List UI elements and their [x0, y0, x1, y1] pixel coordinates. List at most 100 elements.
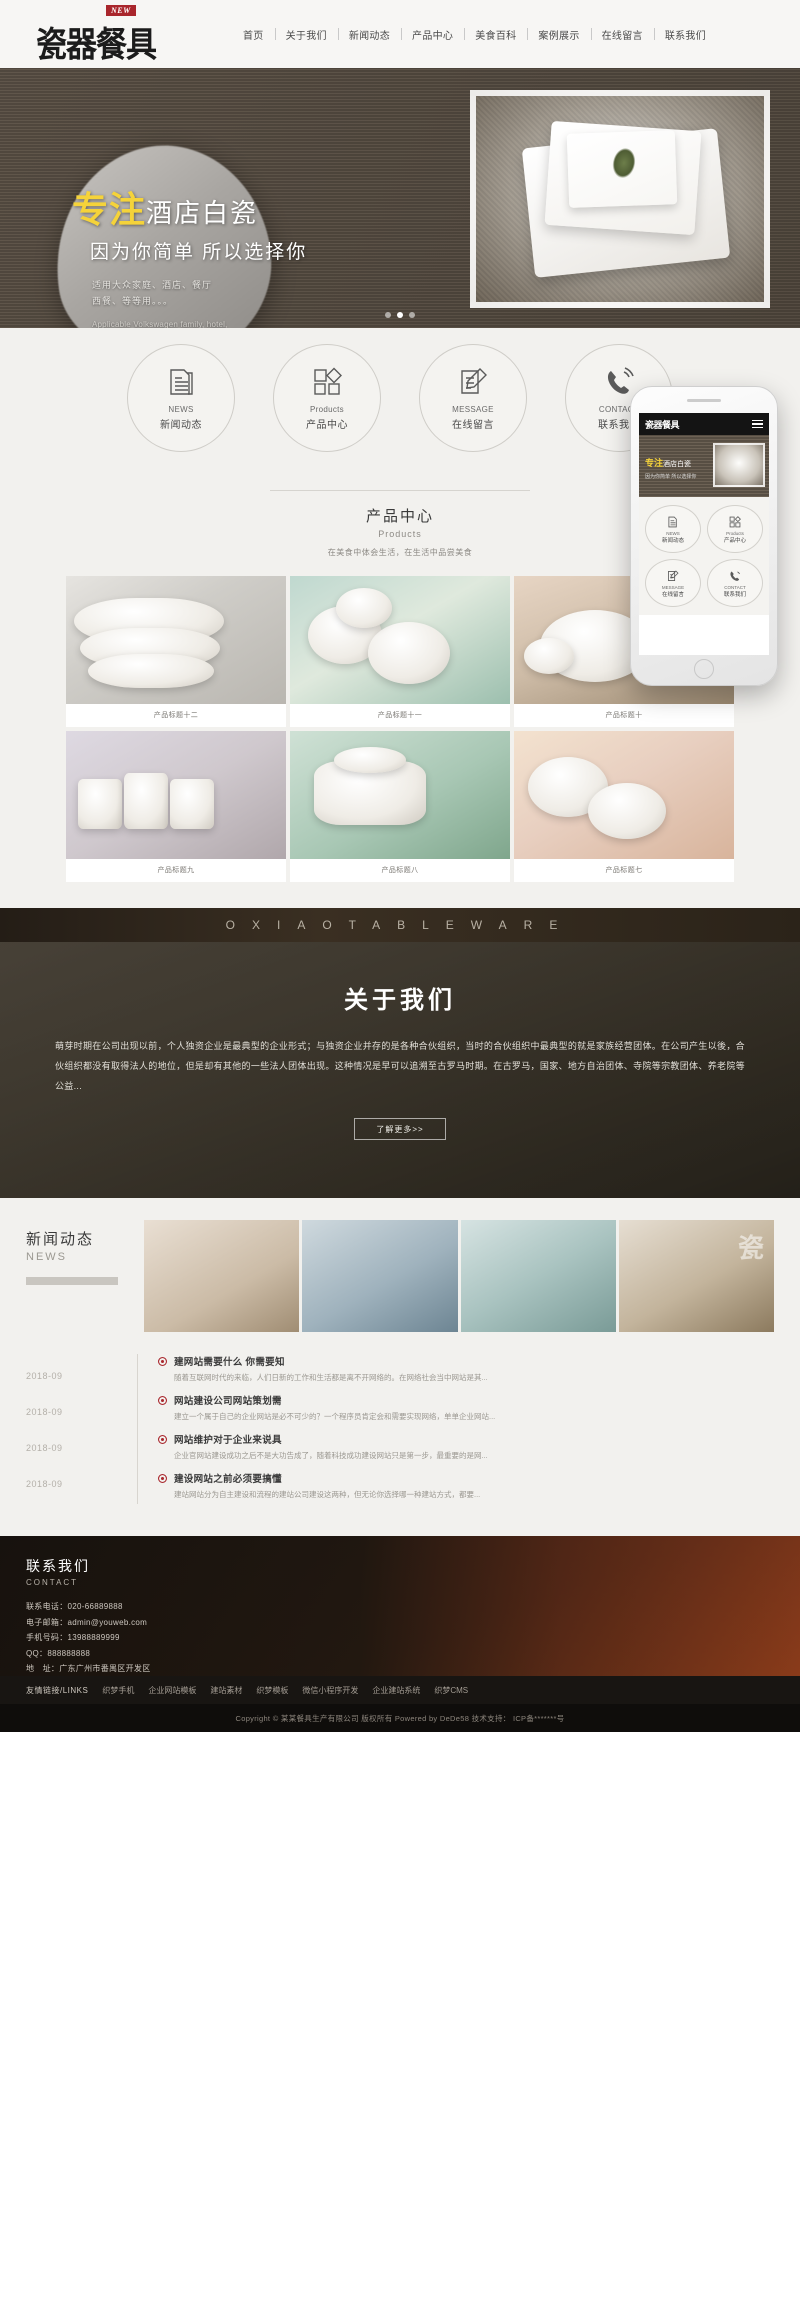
product-image: [290, 731, 510, 859]
news-date-column: 2018-09 2018-09 2018-09 2018-09: [26, 1354, 144, 1510]
news-list-item[interactable]: 建网站需要什么 你需要知 随着互联网时代的来临，人们日新的工作和生活都是离不开网…: [158, 1354, 774, 1384]
news-title-en: NEWS: [26, 1251, 67, 1263]
phone-tile-products[interactable]: Products 产品中心: [707, 505, 763, 553]
about-title: 关于我们: [344, 987, 456, 1014]
phone-banner-photo: [713, 443, 765, 487]
banner-pagination-dots: [0, 312, 800, 318]
feature-en-label: NEWS: [168, 405, 194, 414]
phone-icon: [602, 365, 636, 399]
phone-home-button: [694, 659, 714, 679]
banner-dot-3[interactable]: [409, 312, 415, 318]
phone-tile-grid: NEWS 新闻动态 Products 产品中心 MESSAGE 在线留言 CON…: [639, 497, 769, 615]
news-thumb[interactable]: [302, 1220, 458, 1332]
contact-title-en: CONTACT: [26, 1578, 79, 1587]
news-image-strip: 瓷: [144, 1220, 774, 1332]
phone-tile-news[interactable]: NEWS 新闻动态: [645, 505, 701, 553]
news-item-title: 网站维护对于企业来说具: [174, 1435, 282, 1446]
feature-circle-message[interactable]: MESSAGE 在线留言: [419, 344, 527, 452]
nav-item-food-encyclopedia[interactable]: 美食百科: [464, 27, 527, 42]
phone-tile-message[interactable]: MESSAGE 在线留言: [645, 559, 701, 607]
news-section: 新闻动态 NEWS 瓷 2018-09 2018-09 2018-09 2018…: [0, 1198, 800, 1536]
friend-link[interactable]: 企业建站系统: [372, 1685, 420, 1696]
contact-qq: QQ：888888888: [26, 1648, 91, 1658]
news-thumb[interactable]: [460, 1220, 616, 1332]
hamburger-menu-icon[interactable]: [752, 419, 763, 429]
nav-item-news[interactable]: 新闻动态: [338, 27, 401, 42]
news-list-item[interactable]: 网站建设公司网站策划需 建立一个属于自己的企业网站是必不可少的？一个程序员肯定会…: [158, 1393, 774, 1423]
decorative-chinese-char: 瓷: [737, 1234, 764, 1264]
nav-item-products[interactable]: 产品中心: [401, 27, 464, 42]
friend-link[interactable]: 微信小程序开发: [302, 1685, 358, 1696]
product-card[interactable]: 产品标题十二: [66, 576, 286, 727]
hero-desc-line-2: 西餐、等等用。。。: [92, 295, 174, 306]
bullet-dot-icon: [158, 1357, 167, 1366]
friend-link[interactable]: 织梦手机: [102, 1685, 134, 1696]
product-caption: 产品标题十: [514, 704, 734, 727]
friend-link[interactable]: 织梦模板: [256, 1685, 288, 1696]
hero-headline-rest: 酒店白瓷: [146, 198, 259, 228]
news-item-desc: 随着互联网时代的来临，人们日新的工作和生活都是离不开网络的。在网络社会当中网站是…: [174, 1373, 488, 1382]
phone-icon: [730, 570, 740, 581]
news-thumb[interactable]: [144, 1220, 300, 1332]
hero-subtitle: 因为你简单 所以选择你: [90, 242, 308, 263]
product-image: [66, 731, 286, 859]
phone-tile-cn: 产品中心: [723, 537, 746, 544]
phone-screen: 瓷器餐具 专注酒店白瓷 因为你简单 所以选择你 NEWS 新闻动态 Produc…: [639, 413, 769, 655]
product-card[interactable]: 产品标题十一: [290, 576, 510, 727]
pencil-note-icon: [456, 365, 490, 399]
news-list-item[interactable]: 建设网站之前必须要搞懂 建站网站分为自主建设和流程的建站公司建设这两种，但无论你…: [158, 1471, 774, 1501]
phone-banner-text: 专注酒店白瓷 因为你简单 所以选择你: [639, 453, 696, 480]
copyright-text: Copyright © 某某餐具生产有限公司 版权所有 Powered by D…: [235, 1713, 565, 1723]
news-list-item[interactable]: 网站维护对于企业来说具 企业官网站建设成功之后不是大功告成了，随着科技成功建设网…: [158, 1432, 774, 1462]
nav-item-about[interactable]: 关于我们: [275, 27, 338, 42]
phone-banner-rest: 酒店白瓷: [663, 460, 692, 468]
feature-en-label: MESSAGE: [452, 405, 494, 414]
copyright-bar: Copyright © 某某餐具生产有限公司 版权所有 Powered by D…: [0, 1704, 800, 1732]
product-caption: 产品标题七: [514, 859, 734, 882]
contact-email: 电子邮箱：admin@youweb.com: [26, 1617, 148, 1627]
feature-cn-label: 产品中心: [306, 420, 348, 431]
about-more-button[interactable]: 了解更多>>: [354, 1118, 446, 1141]
site-header: NEW 瓷器餐具 首页 关于我们 新闻动态 产品中心 美食百科 案例展示 在线留…: [0, 0, 800, 68]
friend-link[interactable]: 建站素材: [210, 1685, 242, 1696]
product-image: [66, 576, 286, 704]
marquee-text: OXIAOTABLEWARE: [225, 918, 575, 932]
friend-link[interactable]: 企业网站模板: [148, 1685, 196, 1696]
banner-dot-2[interactable]: [397, 312, 403, 318]
news-thumb[interactable]: 瓷: [618, 1220, 774, 1332]
nav-item-home[interactable]: 首页: [232, 27, 275, 42]
nav-item-message[interactable]: 在线留言: [591, 27, 654, 42]
feature-circle-products[interactable]: Products 产品中心: [273, 344, 381, 452]
phone-tile-contact[interactable]: CONTACT 联系我们: [707, 559, 763, 607]
bullet-dot-icon: [158, 1435, 167, 1444]
phone-banner: 专注酒店白瓷 因为你简单 所以选择你: [639, 435, 769, 497]
news-item-desc: 建站网站分为自主建设和流程的建站公司建设这两种，但无论你选择哪一种建站方式，都要…: [174, 1490, 481, 1499]
friend-link[interactable]: 织梦CMS: [434, 1685, 468, 1696]
feature-cn-label: 在线留言: [452, 420, 494, 431]
news-item-title: 网站建设公司网站策划需: [174, 1396, 282, 1407]
document-icon: [668, 516, 677, 527]
decorative-marquee-band: OXIAOTABLEWARE: [0, 908, 800, 942]
section-divider-rule: [270, 490, 530, 491]
nav-item-cases[interactable]: 案例展示: [527, 27, 590, 42]
hero-photo: [470, 90, 770, 308]
bullet-dot-icon: [158, 1474, 167, 1483]
news-item-title: 建设网站之前必须要搞懂: [174, 1474, 282, 1485]
contact-title-cn: 联系我们: [26, 1558, 90, 1574]
site-logo[interactable]: NEW 瓷器餐具: [28, 0, 188, 68]
product-card[interactable]: 产品标题九: [66, 731, 286, 882]
phone-mockup: 瓷器餐具 专注酒店白瓷 因为你简单 所以选择你 NEWS 新闻动态 Produc…: [630, 386, 778, 686]
feature-circle-news[interactable]: NEWS 新闻动态: [127, 344, 235, 452]
news-title-underline: [26, 1277, 118, 1285]
product-card[interactable]: 产品标题八: [290, 731, 510, 882]
product-card[interactable]: 产品标题七: [514, 731, 734, 882]
phone-logo: 瓷器餐具: [645, 419, 680, 430]
grid-shapes-icon: [729, 515, 741, 527]
nav-item-contact[interactable]: 联系我们: [654, 27, 717, 42]
banner-dot-1[interactable]: [385, 312, 391, 318]
about-section: 关于我们 萌芽时期在公司出现以前，个人独资企业是最典型的企业形式；与独资企业并存…: [0, 942, 800, 1198]
document-icon: [164, 365, 198, 399]
product-image: [290, 576, 510, 704]
contact-mobile: 手机号码：13988889999: [26, 1633, 120, 1643]
news-date: 2018-09: [26, 1479, 63, 1489]
